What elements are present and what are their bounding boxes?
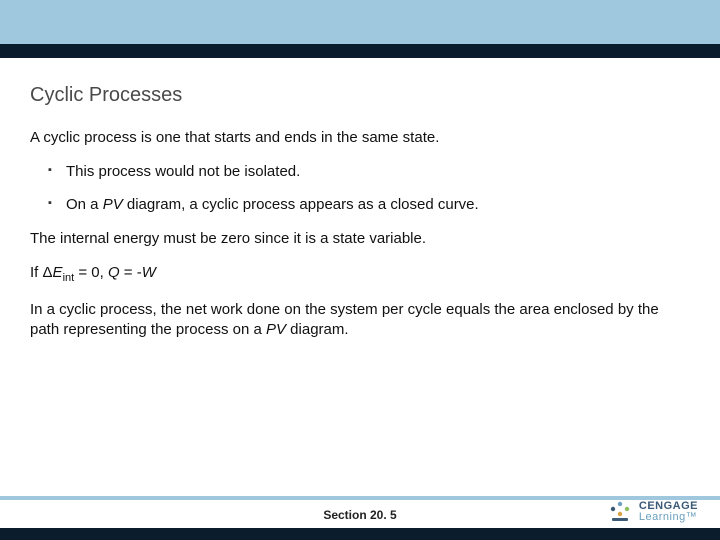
bullet-2-pre: On a (66, 196, 103, 213)
bullet-1: This process would not be isolated. (30, 162, 690, 182)
bullet-list: This process would not be isolated. On a… (30, 162, 690, 215)
p3-q: Q (108, 264, 120, 281)
logo-text: CENGAGE Learning™ (639, 501, 698, 523)
paragraph-2: The internal energy must be zero since i… (30, 229, 690, 249)
p3-pre: If (30, 264, 43, 281)
paragraph-4: In a cyclic process, the net work done o… (30, 300, 690, 341)
bullet-2: On a PV diagram, a cyclic process appear… (30, 195, 690, 215)
cengage-logo: CENGAGE Learning™ (607, 499, 698, 525)
footer-band-dark (0, 528, 720, 540)
p3-mid: = 0, (74, 264, 108, 281)
p3-eq: = - (120, 264, 142, 281)
body-content: A cyclic process is one that starts and … (30, 128, 690, 354)
paragraph-3: If ΔEint = 0, Q = -W (30, 263, 690, 286)
paragraph-1: A cyclic process is one that starts and … (30, 128, 690, 148)
logo-line-2: Learning™ (639, 512, 698, 523)
p4-pv: PV (266, 321, 286, 338)
p3-sub: int (63, 272, 75, 284)
logo-mark-icon (607, 499, 633, 525)
bullet-2-post: diagram, a cyclic process appears as a c… (123, 196, 479, 213)
slide-title: Cyclic Processes (30, 84, 182, 107)
footer: Section 20. 5 CENGAGE Learning™ (0, 492, 720, 540)
p3-w: W (142, 264, 156, 281)
p3-delta: Δ (43, 264, 53, 281)
p4-post: diagram. (286, 321, 349, 338)
slide: Cyclic Processes A cyclic process is one… (0, 0, 720, 540)
bullet-2-pv: PV (103, 196, 123, 213)
header-band-dark (0, 44, 720, 58)
p3-e: E (53, 264, 63, 281)
